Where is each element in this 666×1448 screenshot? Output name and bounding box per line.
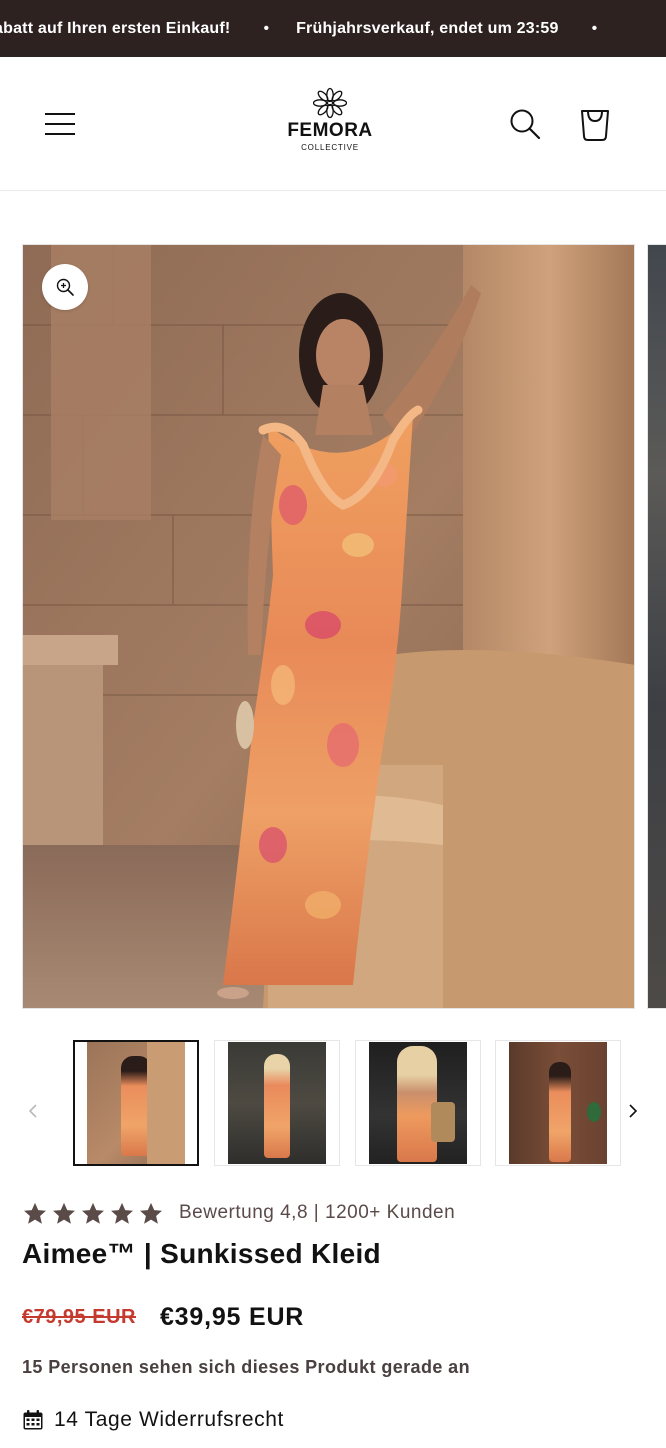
- regular-price: €79,95 EUR: [22, 1305, 136, 1328]
- thumbnail-prev-button[interactable]: [22, 1098, 44, 1124]
- site-header: FEMORA COLLECTIVE: [0, 57, 666, 191]
- live-viewers-text: 15 Personen sehen sich dieses Produkt ge…: [22, 1357, 470, 1377]
- product-photo: [23, 245, 634, 1008]
- search-icon: [510, 109, 541, 140]
- next-image-preview[interactable]: [647, 244, 666, 1009]
- return-policy-text: 14 Tage Widerrufsrecht: [54, 1408, 284, 1431]
- star-icon: [82, 1202, 104, 1224]
- thumbnail-4[interactable]: [495, 1040, 621, 1166]
- sale-price: €39,95 EUR: [159, 1302, 305, 1331]
- star-icon: [140, 1202, 162, 1224]
- star-icon: [53, 1202, 75, 1224]
- product-rating: Bewertung 4,8 | 1200+ Kunden: [22, 1198, 455, 1228]
- return-policy: 14 Tage Widerrufsrecht: [22, 1405, 284, 1435]
- flower-logo-icon: [313, 87, 347, 119]
- menu-icon-line: [45, 133, 75, 135]
- thumbnail-3[interactable]: [355, 1040, 481, 1166]
- thumbnail-image: [228, 1042, 326, 1164]
- chevron-right-icon: [629, 1104, 638, 1118]
- price-row: €79,95 EUR €39,95 EUR: [22, 1300, 304, 1334]
- search-button[interactable]: [505, 106, 545, 142]
- product-main-image[interactable]: [22, 244, 635, 1009]
- zoom-button[interactable]: [42, 264, 88, 310]
- thumbnail-image: [87, 1042, 185, 1164]
- star-icon: [24, 1202, 46, 1224]
- thumbnail-1[interactable]: [73, 1040, 199, 1166]
- star-rating: [22, 1201, 164, 1226]
- thumbnail-2[interactable]: [214, 1040, 340, 1166]
- site-logo[interactable]: FEMORA COLLECTIVE: [270, 87, 390, 161]
- announcement-message: Frühjahrsverkauf, endet um 23:59: [296, 19, 559, 37]
- cart-icon: [581, 110, 609, 141]
- thumbnail-image: [369, 1042, 467, 1164]
- brand-name: FEMORA: [287, 120, 373, 141]
- menu-button[interactable]: [40, 109, 80, 139]
- menu-icon: [45, 113, 75, 115]
- thumbnail-image: [509, 1042, 607, 1164]
- zoom-in-icon: [56, 278, 74, 296]
- announcement-message: abatt auf Ihren ersten Einkauf!: [0, 19, 231, 37]
- rating-text: Bewertung 4,8 | 1200+ Kunden: [179, 1202, 456, 1223]
- cart-button[interactable]: [574, 103, 616, 143]
- star-icon: [111, 1202, 133, 1224]
- chevron-left-icon: [28, 1104, 37, 1118]
- menu-icon-line: [45, 123, 75, 125]
- thumbnail-next-button[interactable]: [622, 1098, 644, 1124]
- announcement-separator: •: [591, 19, 598, 37]
- announcement-separator: •: [263, 19, 270, 37]
- calendar-icon: [23, 1410, 43, 1430]
- brand-subtitle: COLLECTIVE: [301, 143, 359, 152]
- announcement-bar: abatt auf Ihren ersten Einkauf! • Frühja…: [0, 0, 666, 57]
- product-title: Aimee™ | Sunkissed Kleid: [22, 1238, 381, 1269]
